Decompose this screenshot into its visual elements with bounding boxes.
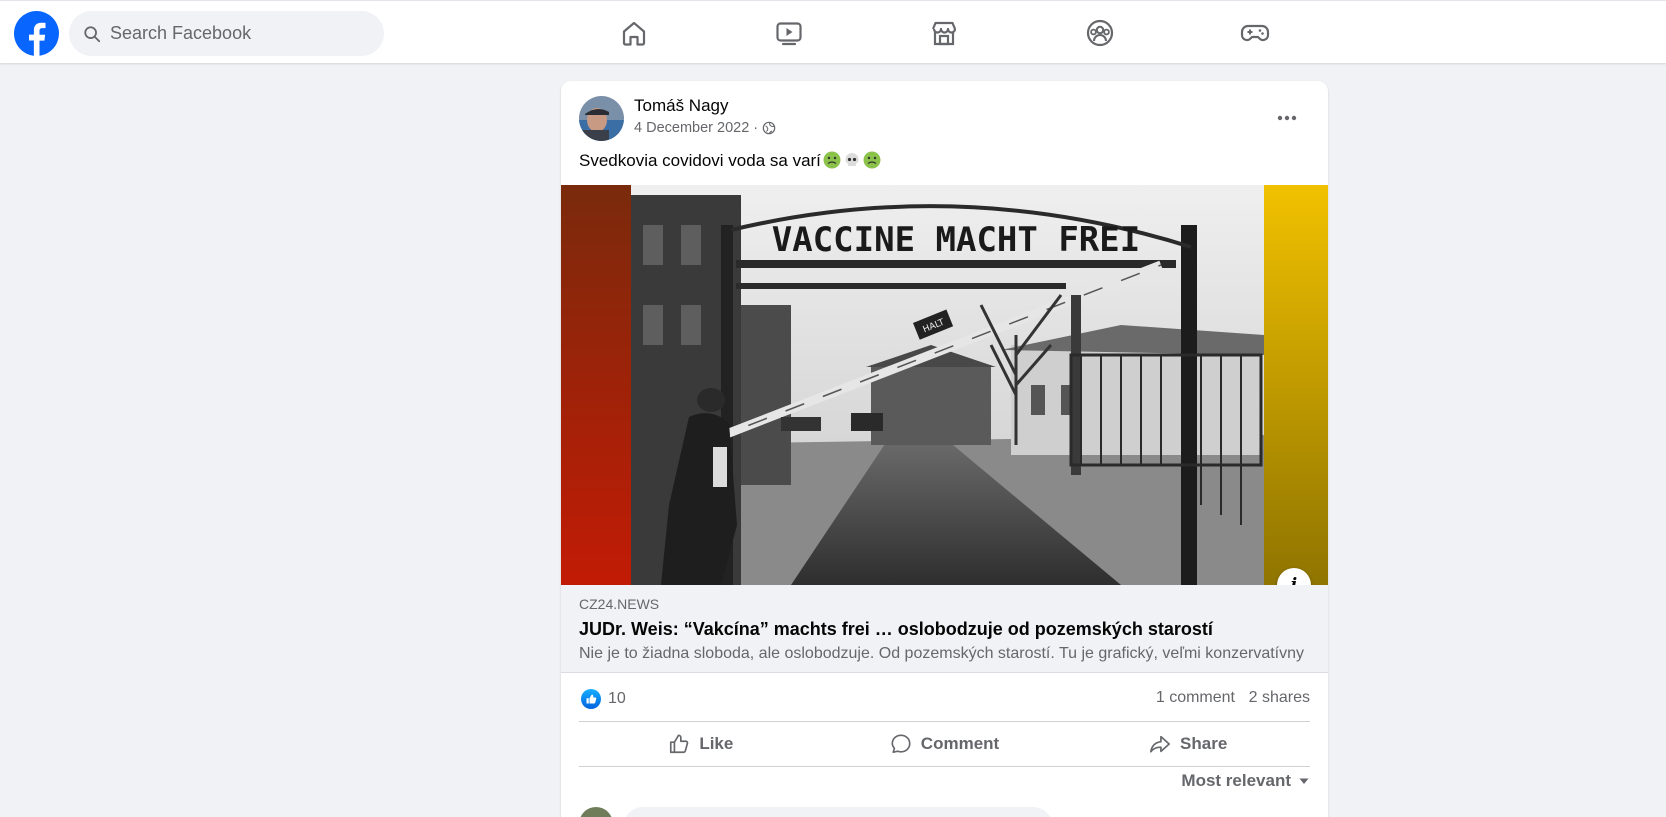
link-domain: CZ24.NEWS bbox=[579, 596, 660, 612]
reaction-count[interactable]: 10 bbox=[608, 690, 626, 708]
post-meta: 4 December 2022 · bbox=[634, 120, 776, 136]
commenter-avatar[interactable] bbox=[579, 807, 613, 817]
home-icon bbox=[622, 21, 646, 46]
thumbs-up-icon bbox=[670, 734, 689, 754]
nauseated-face-emoji-icon bbox=[823, 151, 841, 169]
post-text: Svedkovia covidovi voda sa varí bbox=[579, 151, 881, 171]
more-options-icon bbox=[1277, 115, 1297, 121]
comment-label: Comment bbox=[920, 734, 1000, 753]
comment-count[interactable]: 1 comment bbox=[1156, 689, 1235, 707]
like-label: Like bbox=[699, 734, 734, 753]
like-button[interactable]: Like bbox=[579, 722, 823, 766]
link-preview[interactable]: CZ24.NEWS JUDr. Weis: “Vakcína” machts f… bbox=[561, 585, 1328, 673]
post-stats: 10 1 comment 2 shares bbox=[579, 677, 1310, 721]
link-preview-image[interactable]: VACCINE MACHT FREI HALT bbox=[561, 185, 1328, 585]
link-description: Nie je to žiadna sloboda, ale oslobodzuj… bbox=[579, 645, 1305, 662]
marketplace-icon bbox=[931, 21, 957, 46]
like-reaction-icon[interactable] bbox=[581, 689, 601, 709]
search-bar[interactable] bbox=[69, 11, 384, 56]
caret-down-icon bbox=[1299, 778, 1309, 784]
post-options-button[interactable] bbox=[1267, 98, 1307, 138]
author-name[interactable]: Tomáš Nagy bbox=[634, 96, 728, 116]
post-text-content: Svedkovia covidovi voda sa varí bbox=[579, 151, 821, 170]
nav-marketplace-button[interactable] bbox=[894, 7, 994, 59]
post-card: Tomáš Nagy 4 December 2022 · Svedkovia c… bbox=[561, 81, 1328, 817]
gaming-icon bbox=[1240, 24, 1270, 42]
share-icon bbox=[1150, 735, 1171, 753]
post-actions: Like Comment Share bbox=[579, 721, 1310, 767]
top-navigation-bar bbox=[0, 0, 1666, 63]
author-avatar[interactable] bbox=[579, 96, 624, 141]
comment-icon bbox=[891, 734, 911, 754]
nav-watch-button[interactable] bbox=[739, 7, 839, 59]
link-title[interactable]: JUDr. Weis: “Vakcína” machts frei … oslo… bbox=[579, 619, 1213, 640]
sort-label: Most relevant bbox=[1181, 771, 1291, 790]
share-label: Share bbox=[1180, 734, 1228, 753]
nauseated-face-emoji-icon bbox=[863, 151, 881, 169]
comment-input[interactable] bbox=[623, 807, 1053, 817]
globe-icon bbox=[762, 121, 776, 135]
share-count[interactable]: 2 shares bbox=[1249, 689, 1310, 707]
nav-home-button[interactable] bbox=[584, 7, 684, 59]
nav-groups-button[interactable] bbox=[1050, 7, 1150, 59]
groups-icon bbox=[1086, 19, 1114, 47]
skull-emoji-icon bbox=[845, 153, 859, 166]
nav-gaming-button[interactable] bbox=[1205, 7, 1305, 59]
comment-button[interactable]: Comment bbox=[823, 722, 1067, 766]
post-date[interactable]: 4 December 2022 · bbox=[634, 120, 758, 136]
search-input[interactable] bbox=[110, 23, 370, 44]
watch-icon bbox=[776, 22, 802, 46]
gate-sign-text: VACCINE MACHT FREI bbox=[772, 220, 1140, 260]
comment-sort-dropdown[interactable]: Most relevant bbox=[1181, 771, 1310, 791]
facebook-logo[interactable] bbox=[14, 11, 59, 56]
share-button[interactable]: Share bbox=[1066, 722, 1310, 766]
search-icon bbox=[84, 25, 101, 42]
